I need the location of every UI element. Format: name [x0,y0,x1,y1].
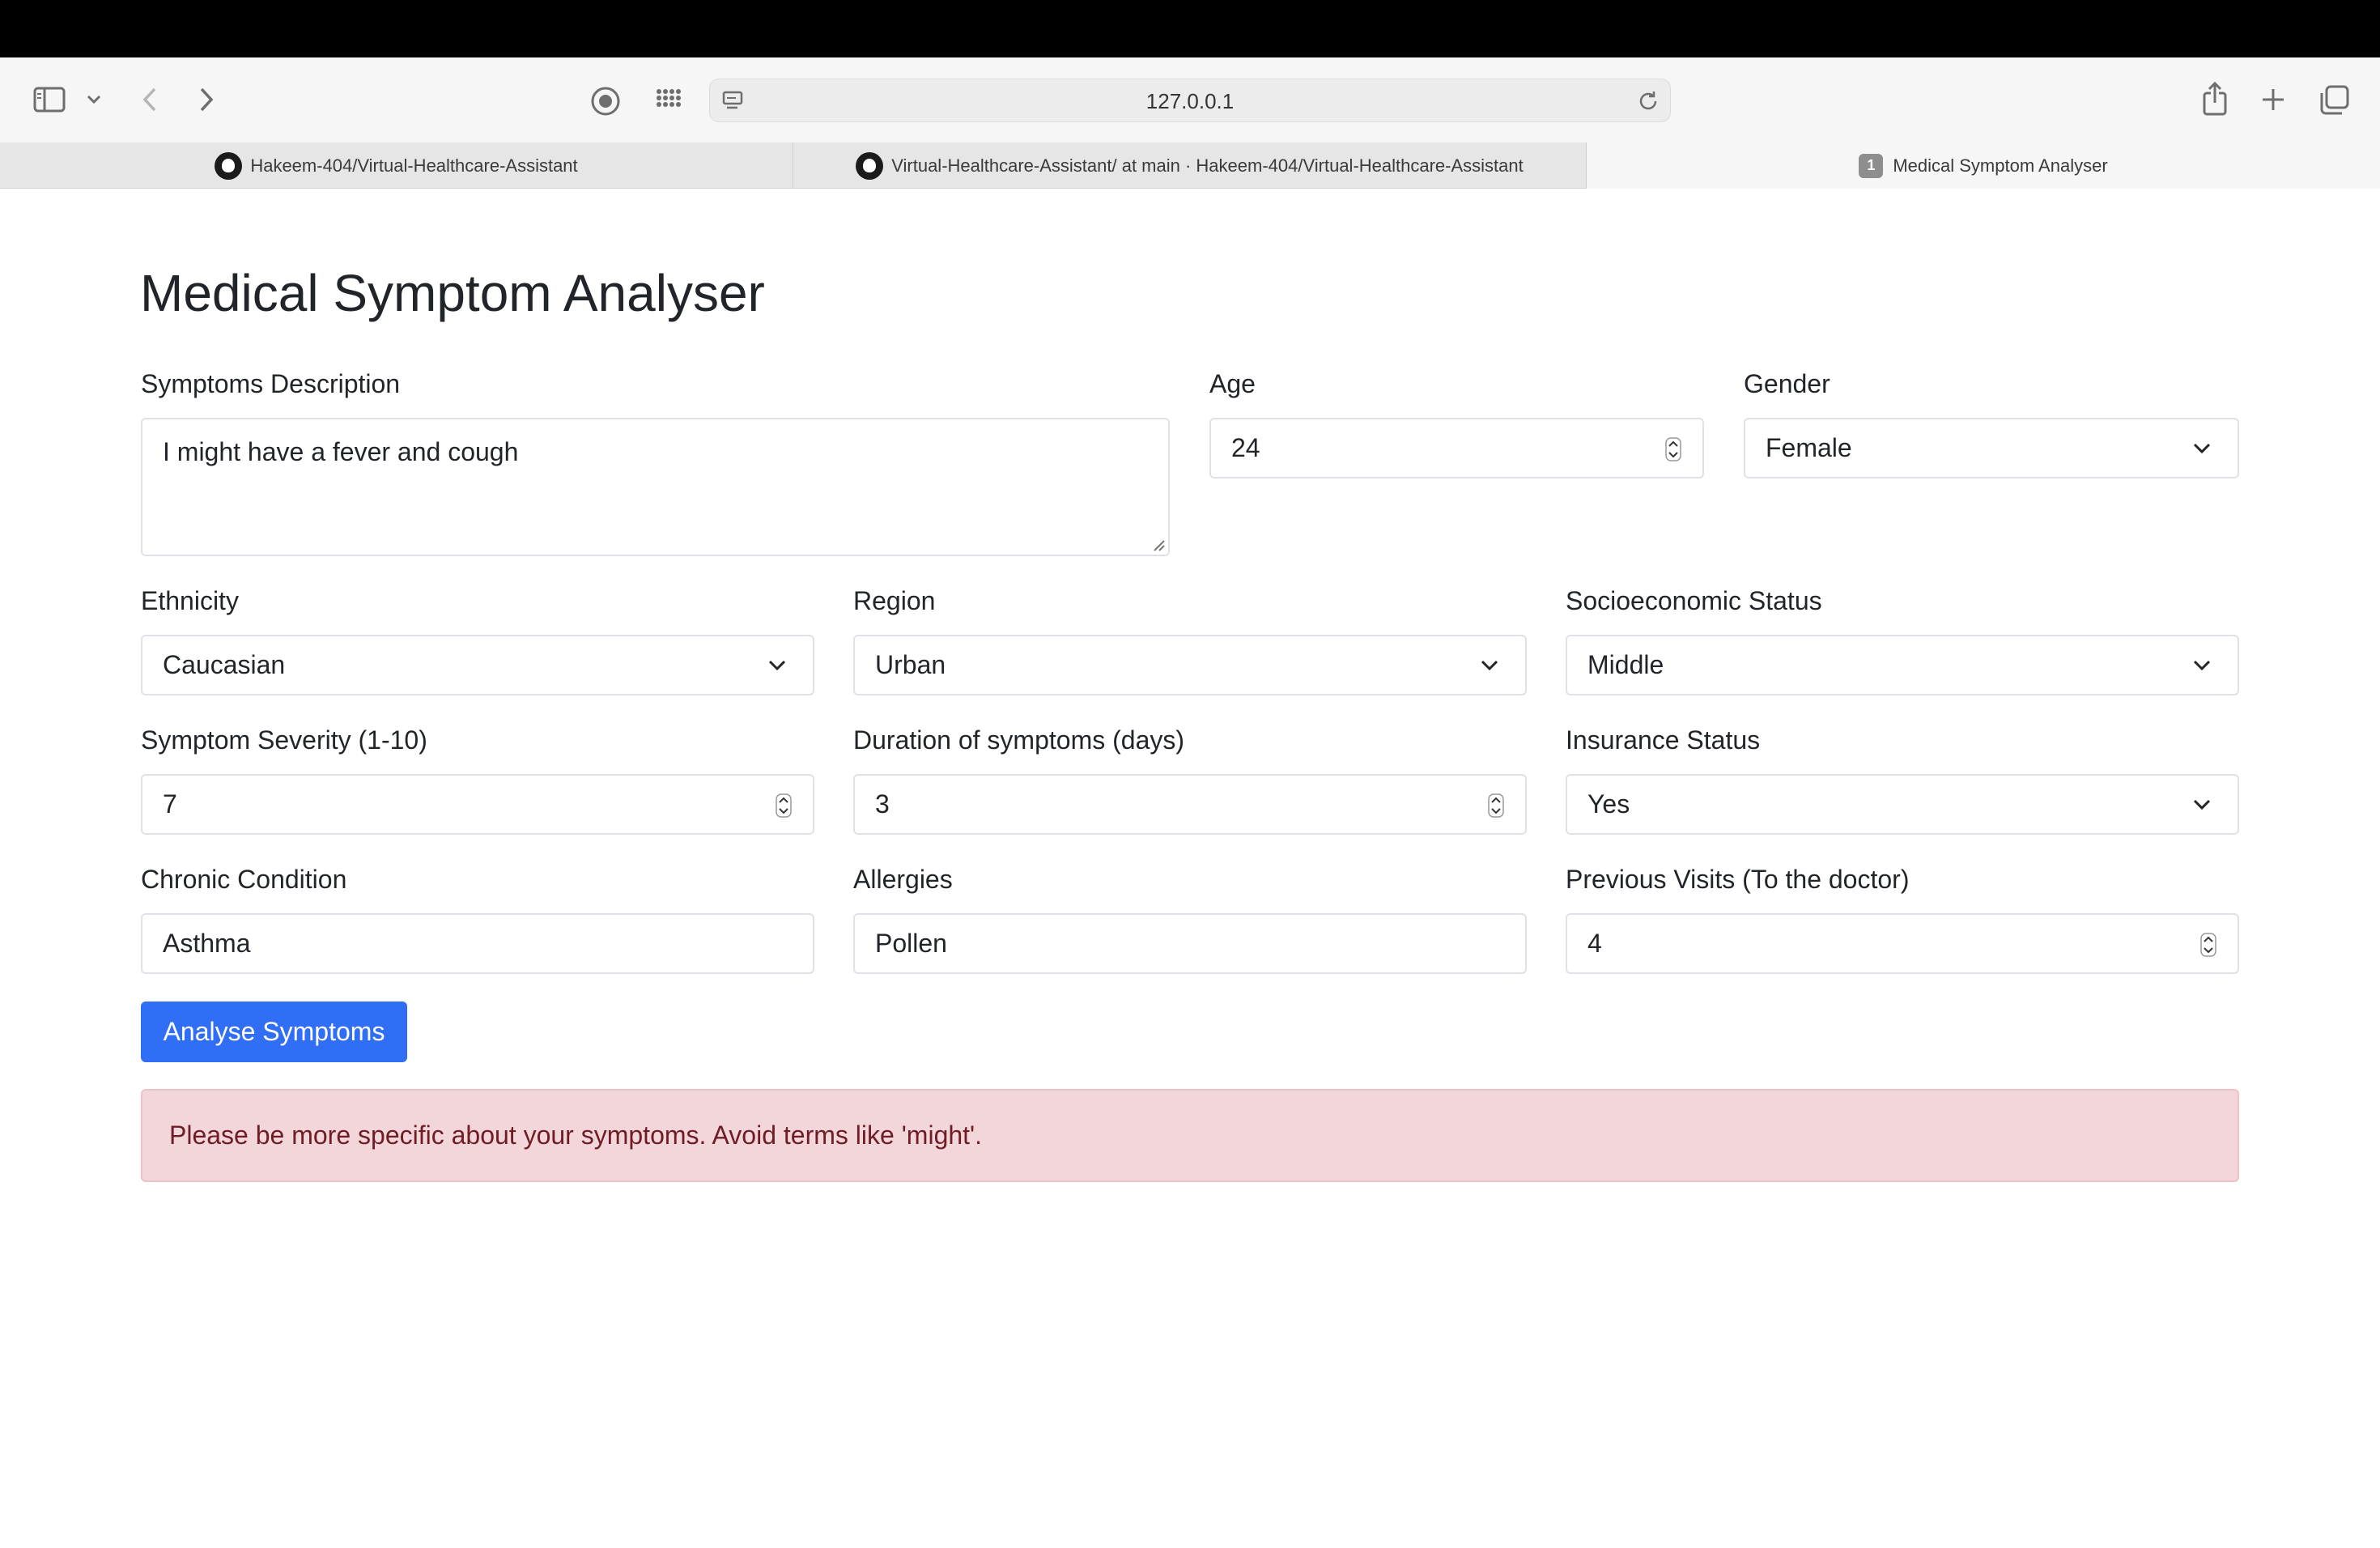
socioeconomic-select[interactable]: Middle [1566,635,2239,695]
resize-grip-icon[interactable] [1153,539,1166,552]
spinner-icon[interactable] [1488,793,1504,818]
gender-select[interactable]: Female [1744,418,2239,478]
analyse-symptoms-button[interactable]: Analyse Symptoms [141,1002,407,1062]
spinner-icon[interactable] [776,793,792,818]
browser-toolbar: 127.0.0.1 [0,57,2380,142]
duration-value: 3 [875,789,890,819]
tab-bar: Hakeem-404/Virtual-Healthcare-Assistant … [0,142,2380,189]
gender-value: Female [1766,433,1852,462]
insurance-value: Yes [1587,789,1630,819]
url-text: 127.0.0.1 [1145,89,1235,113]
age-label: Age [1209,369,1256,398]
share-icon[interactable] [2199,80,2231,117]
tab-medical-symptom-analyser[interactable]: 1 Medical Symptom Analyser [1587,142,2380,189]
severity-input[interactable]: 7 [141,774,814,835]
spinner-icon[interactable] [2200,933,2216,957]
address-bar[interactable]: 127.0.0.1 [709,79,1671,122]
tab-label: Medical Symptom Analyser [1893,155,2108,176]
socioeconomic-label: Socioeconomic Status [1566,586,1822,615]
tab-label: Hakeem-404/Virtual-Healthcare-Assistant [250,155,578,176]
allergies-label: Allergies [853,865,953,894]
insurance-label: Insurance Status [1566,725,1761,755]
socioeconomic-value: Middle [1587,650,1664,679]
record-icon[interactable] [589,85,622,117]
tab-github-repo[interactable]: Hakeem-404/Virtual-Healthcare-Assistant [0,142,793,189]
region-label: Region [853,586,936,615]
github-icon [215,151,243,180]
new-tab-icon[interactable] [2257,83,2289,116]
chevron-down-icon [2193,660,2211,671]
spinner-icon[interactable] [1665,437,1681,461]
back-icon[interactable] [136,85,164,114]
error-alert: Please be more specific about your sympt… [141,1089,2239,1182]
chevron-down-icon [2193,799,2211,810]
tab-github-folder[interactable]: Virtual-Healthcare-Assistant/ at main · … [793,142,1587,189]
ethnicity-label: Ethnicity [141,586,239,615]
visits-input[interactable]: 4 [1566,913,2239,974]
region-value: Urban [875,650,946,679]
grid-icon[interactable] [652,85,685,117]
ethnicity-value: Caucasian [163,650,286,679]
duration-label: Duration of symptoms (days) [853,725,1185,755]
duration-input[interactable]: 3 [853,774,1527,835]
github-icon [856,151,884,180]
gender-label: Gender [1744,369,1830,398]
tab-overview-icon[interactable] [2317,83,2351,117]
forward-icon[interactable] [193,85,220,114]
insurance-select[interactable]: Yes [1566,774,2239,835]
allergies-input[interactable]: Pollen [853,913,1527,974]
chronic-label: Chronic Condition [141,865,347,894]
chronic-value: Asthma [163,929,251,958]
severity-value: 7 [163,789,177,819]
allergies-value: Pollen [875,929,947,958]
symptoms-textarea[interactable]: I might have a fever and cough [141,418,1170,556]
page-title: Medical Symptom Analyser [140,264,765,322]
ethnicity-select[interactable]: Caucasian [141,635,814,695]
tab-badge: 1 [1859,153,1884,178]
alert-message: Please be more specific about your sympt… [169,1121,983,1150]
region-select[interactable]: Urban [853,635,1527,695]
visits-label: Previous Visits (To the doctor) [1566,865,1910,894]
visits-value: 4 [1587,929,1602,958]
symptoms-label: Symptoms Description [141,369,401,398]
top-black-bar [0,0,2380,57]
chevron-down-icon [1481,660,1498,671]
tab-label: Virtual-Healthcare-Assistant/ at main · … [891,155,1524,176]
age-value: 24 [1231,433,1260,462]
age-input[interactable]: 24 [1209,418,1704,478]
reload-icon[interactable] [1636,89,1660,117]
chevron-down-icon [768,660,786,671]
chevron-down-icon[interactable] [84,91,104,108]
sidebar-toggle-icon[interactable] [32,85,66,114]
severity-label: Symptom Severity (1-10) [141,725,427,755]
chronic-input[interactable]: Asthma [141,913,814,974]
chevron-down-icon [2193,443,2211,454]
